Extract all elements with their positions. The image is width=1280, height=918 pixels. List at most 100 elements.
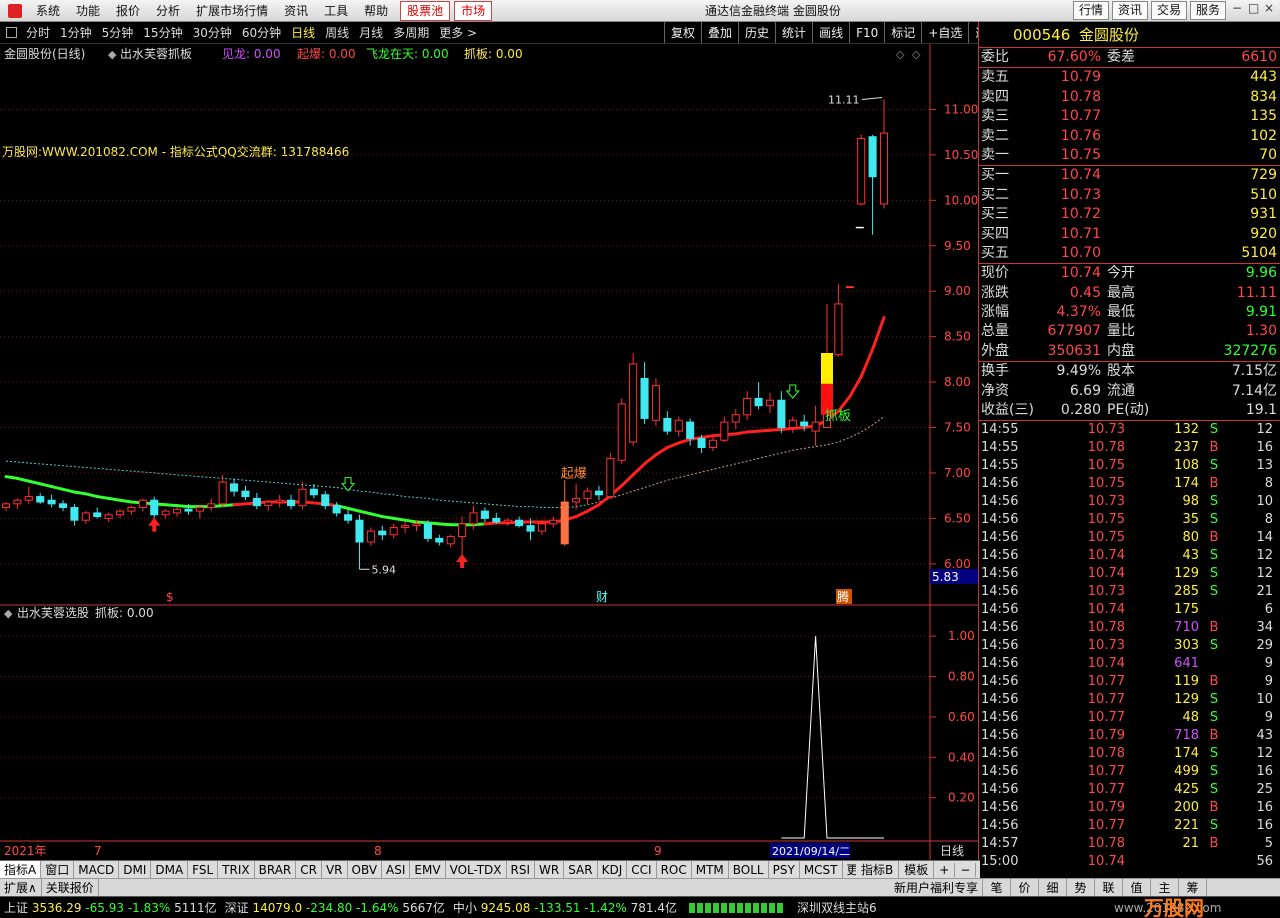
candle-body[interactable] (708, 439, 717, 449)
tick-row-6[interactable]: 14:56 10.75 80 B 14 (979, 529, 1280, 547)
candle-body[interactable] (173, 508, 182, 514)
indicator-tab-20[interactable]: MTM (692, 861, 729, 878)
period-3[interactable]: 15分钟 (138, 22, 187, 43)
candle-body[interactable] (458, 523, 467, 538)
candle-body[interactable] (743, 397, 752, 416)
tick-list[interactable]: 14:55 10.73 132 S 12 14:55 10.78 237 B 16 14:55 10.… (979, 421, 1280, 871)
candle-body[interactable] (674, 419, 683, 432)
candle-body[interactable] (857, 138, 866, 205)
candle-body[interactable] (241, 490, 250, 498)
tab-right-1[interactable]: 笔 (983, 879, 1012, 896)
period-10[interactable]: 更多 > (434, 22, 482, 43)
collapse-icon[interactable]: ◇ (912, 48, 921, 61)
candle-body[interactable] (321, 494, 330, 507)
tick-row-14[interactable]: 14:56 10.77 119 B 9 (979, 673, 1280, 691)
candle-body[interactable] (218, 481, 227, 505)
tick-row-24[interactable]: 15:00 10.74 56 (979, 853, 1280, 871)
candle-body[interactable] (104, 514, 113, 519)
menu-stock-pool[interactable]: 股票池 (400, 0, 451, 21)
tool-button-8[interactable]: 返回 (968, 22, 978, 43)
menu-item-4[interactable]: 扩展市场行情 (188, 0, 276, 21)
indicator-tab-5[interactable]: FSL (188, 861, 219, 878)
indicator-tab-4[interactable]: DMA (151, 861, 189, 878)
tool-button-6[interactable]: 标记 (884, 22, 921, 43)
period-8[interactable]: 月线 (354, 22, 388, 43)
indicator-tab-18[interactable]: CCI (627, 861, 657, 878)
tick-row-12[interactable]: 14:56 10.73 303 S 29 (979, 637, 1280, 655)
candle-body[interactable] (93, 512, 102, 518)
tick-row-21[interactable]: 14:56 10.79 200 B 16 (979, 799, 1280, 817)
candle-body[interactable] (13, 499, 22, 505)
candle-body[interactable] (423, 523, 432, 539)
candle-body[interactable] (355, 519, 364, 543)
tick-row-13[interactable]: 14:56 10.74 641 9 (979, 655, 1280, 673)
tick-row-0[interactable]: 14:55 10.73 132 S 12 (979, 421, 1280, 439)
candle-body[interactable] (344, 514, 353, 521)
candle-body[interactable] (549, 519, 558, 525)
server-name[interactable]: 深圳双线主站6 (793, 897, 881, 918)
tool-button-4[interactable]: 画线 (812, 22, 849, 43)
candle-body[interactable] (207, 503, 216, 508)
indicator-tab-15[interactable]: WR (535, 861, 565, 878)
candle-body[interactable] (629, 363, 638, 443)
menu-item-2[interactable]: 报价 (108, 0, 148, 21)
tab-right-7[interactable]: 主 (1151, 879, 1180, 896)
tool-button-1[interactable]: 叠加 (701, 22, 738, 43)
candle-body[interactable] (252, 497, 261, 507)
tick-row-19[interactable]: 14:56 10.77 499 S 16 (979, 763, 1280, 781)
candle-body[interactable] (765, 399, 775, 407)
menu-item-7[interactable]: 帮助 (356, 0, 396, 21)
period-9[interactable]: 多周期 (388, 22, 434, 43)
candle-body[interactable] (811, 421, 820, 432)
maximize-icon[interactable]: □ (1248, 1, 1259, 20)
tab-right-3[interactable]: 细 (1039, 879, 1068, 896)
tab-right-4[interactable]: 势 (1067, 879, 1096, 896)
index-sz[interactable]: 深证 14079.0 -234.80 -1.64% 5667亿 (221, 897, 449, 918)
candle-body[interactable] (845, 286, 854, 289)
candle-body[interactable] (480, 510, 489, 519)
candle-body[interactable] (401, 525, 410, 528)
tick-row-4[interactable]: 14:56 10.73 98 S 10 (979, 493, 1280, 511)
indicator-tab-22[interactable]: PSY (769, 861, 800, 878)
menu-item-3[interactable]: 分析 (148, 0, 188, 21)
indicator-tab-1[interactable]: 窗口 (41, 861, 75, 878)
tick-row-2[interactable]: 14:55 10.75 108 S 13 (979, 457, 1280, 475)
candle-body[interactable] (58, 503, 68, 508)
close-icon[interactable]: × (1264, 1, 1274, 20)
indicator-tab-2[interactable]: MACD (74, 861, 120, 878)
indicator-tab-12[interactable]: EMV (410, 861, 446, 878)
tool-button-5[interactable]: F10 (849, 22, 884, 43)
tool-button-7[interactable]: +自选 (921, 22, 968, 43)
candle-body[interactable] (275, 499, 284, 503)
candle-body[interactable] (138, 499, 147, 508)
indicator-tab-9[interactable]: VR (322, 861, 348, 878)
candle-body[interactable] (81, 512, 90, 521)
tick-row-23[interactable]: 14:57 10.78 21 B 5 (979, 835, 1280, 853)
candle-body[interactable] (663, 417, 672, 432)
indicator-tab-14[interactable]: RSI (507, 861, 536, 878)
tick-row-5[interactable]: 14:56 10.75 35 S 8 (979, 511, 1280, 529)
indicator-tab-21[interactable]: BOLL (729, 861, 769, 878)
tick-row-15[interactable]: 14:56 10.77 129 S 10 (979, 691, 1280, 709)
tick-row-18[interactable]: 14:56 10.78 174 S 12 (979, 745, 1280, 763)
tick-row-7[interactable]: 14:56 10.74 43 S 12 (979, 547, 1280, 565)
candle-body[interactable] (537, 523, 546, 532)
trade-button[interactable]: 交易 (1150, 1, 1187, 20)
candle-body[interactable] (720, 421, 729, 441)
news-button[interactable]: 资讯 (1111, 1, 1148, 20)
candle-body[interactable] (834, 303, 843, 356)
candle-body[interactable] (264, 501, 273, 507)
diamond-icon[interactable]: ◇ (896, 48, 905, 61)
candle-body[interactable] (115, 510, 125, 516)
candle-body[interactable] (606, 457, 615, 498)
indicator-tab-13[interactable]: VOL-TDX (446, 861, 507, 878)
candle-body[interactable] (298, 488, 307, 507)
menu-item-0[interactable]: 系统 (28, 0, 68, 21)
candle-body[interactable] (686, 421, 695, 439)
candle-body[interactable] (36, 496, 45, 503)
candle-body[interactable] (378, 530, 387, 536)
tick-row-8[interactable]: 14:56 10.74 129 S 12 (979, 565, 1280, 583)
menu-item-5[interactable]: 资讯 (276, 0, 316, 21)
period-7[interactable]: 周线 (320, 22, 354, 43)
candle-body[interactable] (651, 385, 660, 421)
